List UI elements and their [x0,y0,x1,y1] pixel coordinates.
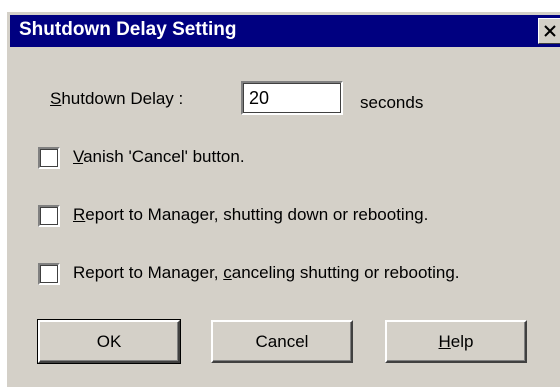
vanish-cancel-label[interactable]: Vanish 'Cancel' button. [73,147,245,167]
help-button[interactable]: Help [385,320,527,363]
report-cancel-checkbox[interactable] [38,263,60,285]
report-cancel-label-text: anceling shutting or rebooting. [231,263,460,282]
shutdown-delay-dialog: Shutdown Delay Setting Shutdown Delay : … [7,12,560,387]
report-shutdown-hotkey: R [73,205,86,224]
report-shutdown-label-text: eport to Manager, shutting down or reboo… [85,205,429,224]
close-icon [543,25,556,37]
report-cancel-label[interactable]: Report to Manager, canceling shutting or… [73,263,460,283]
vanish-cancel-hotkey: V [73,147,84,166]
window-title: Shutdown Delay Setting [19,19,237,40]
report-cancel-label-prefix: Report to Manager, [73,263,224,282]
report-shutdown-label[interactable]: Report to Manager, shutting down or rebo… [73,205,428,225]
shutdown-delay-label: Shutdown Delay : [50,89,183,109]
ok-button[interactable]: OK [37,319,181,364]
vanish-cancel-label-text: anish 'Cancel' button. [83,147,245,166]
shutdown-delay-hotkey: S [50,89,62,108]
vanish-cancel-checkbox[interactable] [38,147,60,169]
shutdown-delay-input[interactable]: 20 [241,81,343,115]
shutdown-delay-value: 20 [249,88,270,108]
report-cancel-hotkey: c [223,263,232,282]
close-button[interactable] [538,18,560,44]
help-label-text: elp [450,331,474,351]
shutdown-delay-label-text: hutdown Delay : [61,89,184,108]
cancel-button[interactable]: Cancel [211,320,353,363]
seconds-unit-label: seconds [360,93,424,112]
title-bar: Shutdown Delay Setting [10,15,560,47]
help-hotkey: H [438,331,451,351]
report-shutdown-checkbox[interactable] [38,205,60,227]
